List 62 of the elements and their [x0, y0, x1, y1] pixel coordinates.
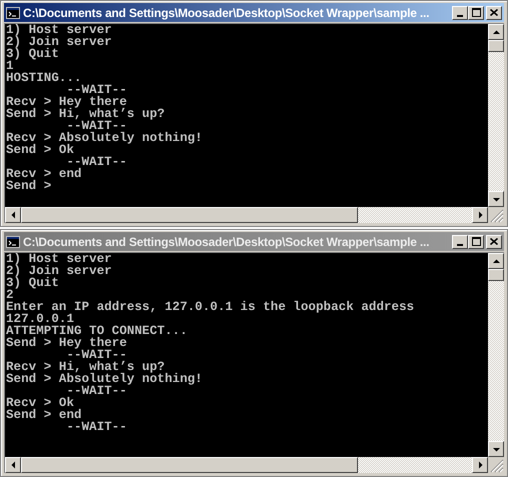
console-line: Send > Ok: [6, 144, 74, 156]
console-line: 127.0.0.1: [6, 313, 74, 325]
scroll-down-button[interactable]: [488, 441, 504, 457]
arrow-up-icon: [490, 256, 502, 266]
console-line: --WAIT--: [66, 349, 127, 361]
window-title: C:\Documents and Settings\Moosader\Desktop\Socket Wrapper\sample ...: [23, 234, 430, 248]
console-line: 1) Host server: [6, 253, 112, 265]
resize-grip-icon: [488, 207, 504, 223]
console-line: Send > Hi, what’s up?: [6, 108, 165, 120]
scroll-up-button[interactable]: [488, 24, 504, 40]
console-icon: [6, 6, 20, 18]
console-line: 2: [6, 289, 14, 301]
scroll-up-button[interactable]: [488, 253, 504, 269]
console-icon: [6, 236, 20, 248]
console-line: Enter an IP address, 127.0.0.1 is the loopback address: [6, 301, 414, 313]
maximize-icon: [472, 237, 480, 246]
console-line: Recv > Ok: [6, 397, 74, 409]
scroll-down-button[interactable]: [488, 191, 504, 207]
console-line: 2) Join server: [6, 265, 112, 277]
maximize-icon: [472, 8, 480, 17]
scroll-thumb[interactable]: [488, 40, 504, 52]
scroll-thumb[interactable]: [21, 457, 358, 473]
console-line: --WAIT--: [66, 120, 127, 132]
scroll-right-button[interactable]: [472, 207, 488, 223]
vertical-scrollbar[interactable]: [488, 24, 504, 207]
window-title: C:\Documents and Settings\Moosader\Desktop\Socket Wrapper\sample ...: [23, 6, 430, 20]
console-line: HOSTING...: [6, 72, 82, 84]
vertical-scrollbar[interactable]: [488, 253, 504, 457]
minimize-button[interactable]: [452, 6, 468, 20]
close-button[interactable]: [486, 6, 502, 20]
console-line: 3) Quit: [6, 277, 59, 289]
console-line: Send >: [6, 180, 52, 192]
resize-grip-icon: [488, 457, 504, 473]
console-line: Recv > Hi, what’s up?: [6, 361, 165, 373]
console-line: Send > Absolutely nothing!: [6, 373, 202, 385]
arrow-up-icon: [490, 28, 502, 36]
console-line: Send > end: [6, 409, 82, 421]
console-line: Recv > Absolutely nothing!: [6, 132, 202, 144]
scroll-thumb[interactable]: [21, 207, 358, 223]
console-line: --WAIT--: [66, 385, 127, 397]
scroll-thumb[interactable]: [488, 269, 504, 281]
console-line: 3) Quit: [6, 48, 59, 60]
console-line: --WAIT--: [65, 421, 127, 433]
close-icon: [490, 238, 498, 245]
console-line: 2) Join server: [6, 36, 112, 48]
console-line: --WAIT--: [66, 156, 127, 168]
horizontal-scrollbar[interactable]: [5, 457, 488, 473]
scroll-right-button[interactable]: [472, 457, 488, 473]
scroll-left-button[interactable]: [5, 457, 21, 473]
console-line: 1: [6, 60, 14, 72]
console-line: Send > Hey there: [6, 337, 127, 349]
console-line: --WAIT--: [66, 84, 127, 96]
minimize-icon: [457, 14, 463, 16]
console-line: 1) Host server: [6, 24, 112, 36]
console-line: ATTEMPTING TO CONNECT...: [6, 325, 188, 337]
minimize-icon: [457, 244, 463, 246]
console-line: Recv > Hey there: [6, 96, 127, 108]
maximize-button[interactable]: [468, 6, 484, 20]
close-icon: [490, 9, 498, 16]
console-line: Recv > end: [6, 168, 82, 180]
scroll-left-button[interactable]: [5, 207, 21, 223]
horizontal-scrollbar[interactable]: [5, 207, 488, 223]
